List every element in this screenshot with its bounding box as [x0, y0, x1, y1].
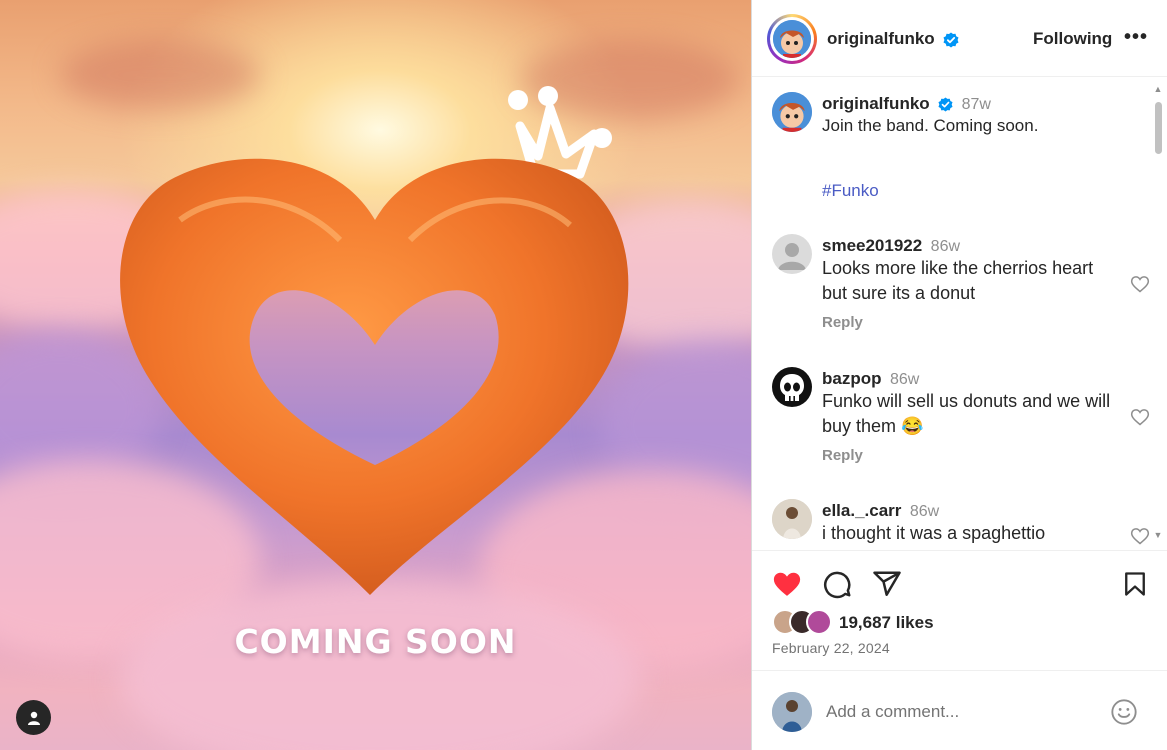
scroll-up-arrow-icon[interactable]: ▲ [1153, 84, 1163, 94]
comment-icon[interactable] [822, 569, 852, 599]
following-button[interactable]: Following [1033, 29, 1112, 49]
comment-username[interactable]: bazpop [822, 369, 882, 388]
heart-outline-icon[interactable] [1130, 274, 1150, 294]
heart-donut [120, 158, 629, 595]
tagged-users-button[interactable] [16, 700, 51, 735]
add-comment-input[interactable] [826, 702, 1096, 722]
scrollbar-thumb[interactable] [1155, 102, 1162, 154]
comment-text: i thought it was a spaghettio [822, 523, 1046, 543]
post-image[interactable]: COMING SOON [0, 0, 751, 750]
heart-outline-icon[interactable] [1130, 407, 1150, 427]
header-username[interactable]: originalfunko [827, 29, 959, 49]
verified-badge-icon [938, 97, 953, 112]
post-header: originalfunko Following ••• [752, 0, 1167, 77]
emoji-icon[interactable] [1110, 698, 1138, 726]
current-user-avatar [772, 692, 812, 732]
share-icon[interactable] [872, 569, 902, 599]
reply-button[interactable]: Reply [822, 314, 1112, 331]
funko-mascot-icon [772, 92, 812, 132]
comment-username[interactable]: ella._.carr [822, 501, 901, 520]
post-actions: 19,687 likes February 22, 2024 [752, 550, 1167, 670]
comment-time: 86w [889, 371, 920, 388]
likes-count[interactable]: 19,687 likes [839, 613, 934, 633]
avatar-originalfunko[interactable] [772, 92, 812, 132]
user-photo-icon [772, 499, 812, 539]
post-date[interactable]: February 22, 2024 [772, 640, 890, 656]
scroll-down-arrow-icon[interactable]: ▼ [1153, 530, 1163, 540]
bookmark-icon[interactable] [1121, 569, 1149, 599]
coming-soon-text: COMING SOON [234, 622, 517, 661]
avatar-ella[interactable] [772, 499, 812, 539]
add-comment-bar [752, 670, 1167, 750]
default-user-icon [778, 243, 806, 270]
reply-button[interactable]: Reply [822, 447, 1112, 464]
comment-text: Funko will sell us donuts and we will bu… [822, 391, 1111, 436]
avatar-originalfunko[interactable] [767, 14, 817, 64]
caption-text: Join the band. Coming soon. [822, 116, 1039, 135]
comment-time: 86w [909, 503, 940, 520]
caption-username[interactable]: originalfunko [822, 94, 930, 113]
user-photo-icon [772, 692, 812, 732]
avatar-bazpop[interactable] [772, 367, 812, 407]
more-options-button[interactable]: ••• [1124, 26, 1148, 49]
comment-text: Looks more like the cherrios heart but s… [822, 258, 1094, 303]
avatar-default[interactable] [772, 234, 812, 274]
skull-icon [780, 374, 804, 401]
like-filled-icon[interactable] [771, 569, 803, 599]
hashtag-link[interactable]: #Funko [822, 181, 1112, 201]
comment-username[interactable]: smee201922 [822, 236, 922, 255]
verified-badge-icon [943, 32, 959, 48]
person-icon [27, 711, 40, 725]
comments-list[interactable]: originalfunko 87w Join the band. Coming … [752, 78, 1167, 550]
caption-time: 87w [961, 96, 991, 113]
likers-avatars[interactable] [772, 609, 836, 635]
comment-time: 86w [930, 238, 961, 255]
funko-mascot-icon [773, 20, 811, 58]
heart-outline-icon[interactable] [1130, 526, 1150, 546]
comments-scrollbar[interactable]: ▲ ▼ [1151, 82, 1165, 548]
post-side-panel: originalfunko Following ••• originalfunk… [751, 0, 1167, 750]
